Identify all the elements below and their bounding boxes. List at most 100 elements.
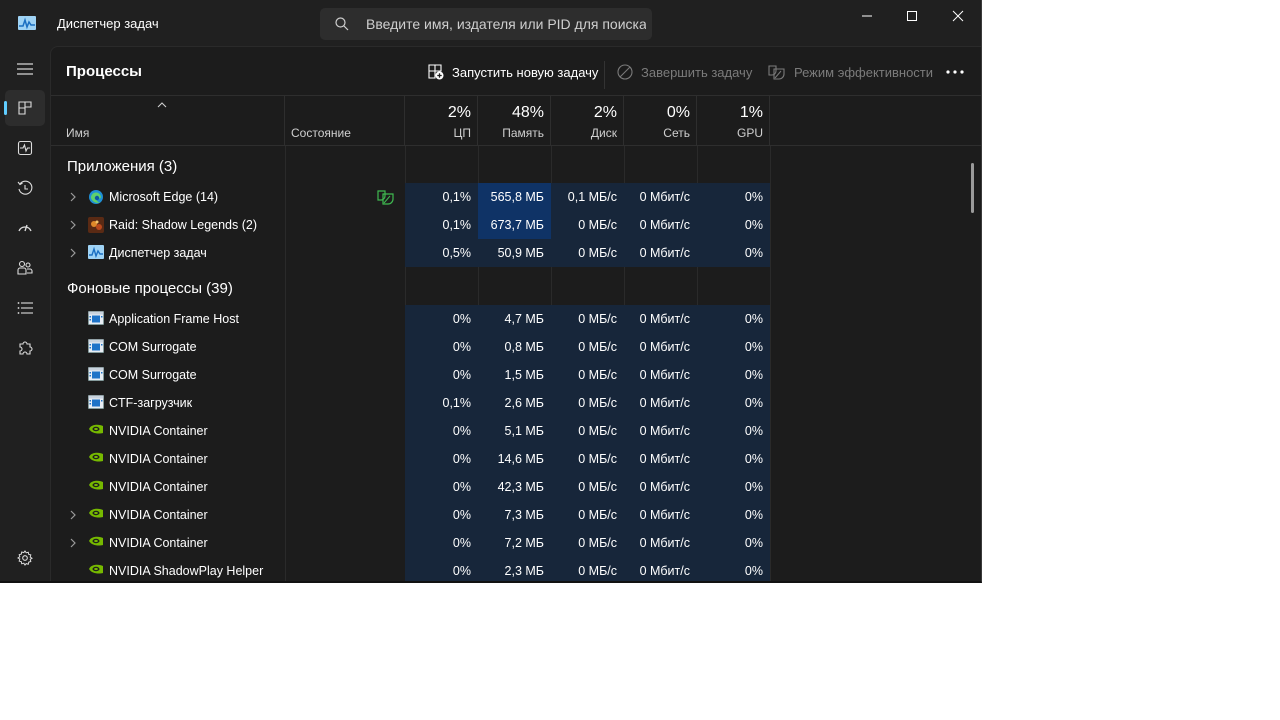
window-process-icon [88, 367, 104, 383]
memory-value: 1,5 МБ [478, 361, 551, 389]
column-header-cpu[interactable]: 2% ЦП [405, 96, 478, 146]
column-header-network[interactable]: 0% Сеть [624, 96, 697, 146]
nav-item-users[interactable] [5, 250, 45, 286]
gpu-value: 0% [697, 417, 770, 445]
close-button[interactable] [935, 0, 981, 32]
process-row[interactable]: NVIDIA ShadowPlay Helper 0% 2,3 МБ 0 МБ/с 0 … [51, 557, 771, 581]
process-row[interactable]: NVIDIA Container 0% 7,3 МБ 0 МБ/с 0 Мбит/с 0% [51, 501, 771, 529]
memory-value: 42,3 МБ [478, 473, 551, 501]
disk-value: 0 МБ/с [551, 529, 624, 557]
process-name: NVIDIA Container [109, 508, 208, 522]
group-header-apps[interactable]: Приложения (3) [67, 158, 177, 175]
app-title: Диспетчер задач [57, 16, 159, 31]
process-row[interactable]: COM Surrogate 0% 1,5 МБ 0 МБ/с 0 Мбит/с 0% [51, 361, 771, 389]
expand-chevron-icon[interactable] [68, 191, 78, 203]
more-options-button[interactable] [937, 61, 973, 83]
disk-value: 0 МБ/с [551, 239, 624, 267]
expand-chevron-icon[interactable] [68, 537, 78, 549]
cpu-value: 0% [405, 333, 478, 361]
process-row[interactable]: Microsoft Edge (14) 0,1% 565,8 МБ 0,1 МБ/с 0… [51, 183, 771, 211]
process-row[interactable]: NVIDIA Container 0% 42,3 МБ 0 МБ/с 0 Мбит/с 0… [51, 473, 771, 501]
vertical-scrollbar[interactable] [971, 163, 974, 213]
page-title: Процессы [66, 63, 142, 80]
task-manager-app-icon [18, 16, 36, 30]
gpu-value: 0% [697, 211, 770, 239]
cpu-value: 0,1% [405, 183, 478, 211]
task-manager-icon [88, 245, 104, 261]
disk-value: 0 МБ/с [551, 389, 624, 417]
nav-menu-button[interactable] [5, 51, 45, 87]
nav-item-performance[interactable] [5, 130, 45, 166]
process-row[interactable]: Application Frame Host 0% 4,7 МБ 0 МБ/с 0 Мб… [51, 305, 771, 333]
network-value: 0 Мбит/с [624, 183, 697, 211]
end-task-button[interactable]: Завершить задачу [617, 61, 752, 83]
raid-game-icon [88, 217, 104, 233]
expand-chevron-icon[interactable] [68, 247, 78, 259]
end-task-label: Завершить задачу [641, 64, 753, 80]
process-name: Microsoft Edge (14) [109, 190, 219, 204]
column-header-disk[interactable]: 2% Диск [551, 96, 624, 146]
processes-icon [18, 101, 32, 115]
nvidia-icon [88, 563, 104, 579]
disk-value: 0 МБ/с [551, 333, 624, 361]
column-header-memory[interactable]: 48% Память [478, 96, 551, 146]
process-row[interactable]: Raid: Shadow Legends (2) 0,1% 673,7 МБ 0 МБ… [51, 211, 771, 239]
history-icon [17, 180, 33, 195]
process-row[interactable]: NVIDIA Container 0% 5,1 МБ 0 МБ/с 0 Мбит/с 0% [51, 417, 771, 445]
cpu-value: 0,1% [405, 389, 478, 417]
search-box[interactable] [320, 8, 652, 40]
memory-label: Память [502, 126, 544, 140]
column-header-gpu[interactable]: 1% GPU [697, 96, 770, 146]
maximize-button[interactable] [889, 0, 935, 32]
process-name: NVIDIA Container [109, 452, 208, 466]
memory-value: 2,6 МБ [478, 389, 551, 417]
process-name: NVIDIA Container [109, 480, 208, 494]
process-row[interactable]: Диспетчер задач 0,5% 50,9 МБ 0 МБ/с 0 Мбит/с… [51, 239, 771, 267]
network-value: 0 Мбит/с [624, 305, 697, 333]
expand-chevron-icon[interactable] [68, 509, 78, 521]
nav-item-startup-apps[interactable] [5, 210, 45, 246]
process-row[interactable]: COM Surrogate 0% 0,8 МБ 0 МБ/с 0 Мбит/с 0% [51, 333, 771, 361]
nvidia-icon [88, 479, 104, 495]
hamburger-icon [17, 63, 33, 75]
process-name: NVIDIA Container [109, 424, 208, 438]
efficiency-mode-button[interactable]: Режим эффективности [768, 61, 933, 83]
task-manager-window: Диспетчер задач Введите имя, издателя ил… [0, 0, 982, 583]
nav-item-app-history[interactable] [5, 170, 45, 206]
disk-value: 0 МБ/с [551, 557, 624, 581]
cpu-value: 0,5% [405, 239, 478, 267]
nav-item-services[interactable] [5, 330, 45, 366]
column-header-status[interactable]: Состояние [285, 96, 405, 146]
group-header-background[interactable]: Фоновые процессы (39) [67, 280, 233, 297]
network-value: 0 Мбит/с [624, 211, 697, 239]
process-name: COM Surrogate [109, 368, 197, 382]
memory-value: 0,8 МБ [478, 333, 551, 361]
disk-value: 0 МБ/с [551, 361, 624, 389]
processes-panel: Процессы Запустить новую задачу Завершит… [50, 46, 981, 581]
disk-value: 0 МБ/с [551, 211, 624, 239]
search-input[interactable] [366, 8, 646, 40]
gpu-value: 0% [697, 445, 770, 473]
nav-item-details[interactable] [5, 290, 45, 326]
expand-chevron-icon[interactable] [68, 219, 78, 231]
speedometer-icon [18, 224, 32, 232]
cpu-value: 0% [405, 305, 478, 333]
block-icon [617, 64, 633, 80]
nav-item-processes[interactable] [4, 90, 45, 126]
cpu-value: 0% [405, 417, 478, 445]
process-name: Raid: Shadow Legends (2) [109, 218, 258, 232]
title-bar: Диспетчер задач [0, 0, 981, 48]
minimize-button[interactable] [844, 0, 890, 32]
process-row[interactable]: CTF-загрузчик 0,1% 2,6 МБ 0 МБ/с 0 Мбит/с 0% [51, 389, 771, 417]
process-row[interactable]: NVIDIA Container 0% 14,6 МБ 0 МБ/с 0 Мбит/с 0… [51, 445, 771, 473]
nav-item-settings[interactable] [5, 540, 45, 576]
toolbar-separator [604, 61, 605, 89]
process-row[interactable]: NVIDIA Container 0% 7,2 МБ 0 МБ/с 0 Мбит/с 0% [51, 529, 771, 557]
close-icon [952, 10, 964, 22]
column-header-name[interactable]: Имя [51, 96, 285, 146]
run-new-task-button[interactable]: Запустить новую задачу [428, 61, 598, 83]
disk-value: 0 МБ/с [551, 501, 624, 529]
column-status-label: Состояние [291, 126, 351, 140]
sort-ascending-icon [157, 102, 167, 108]
navigation-sidebar [0, 48, 50, 581]
